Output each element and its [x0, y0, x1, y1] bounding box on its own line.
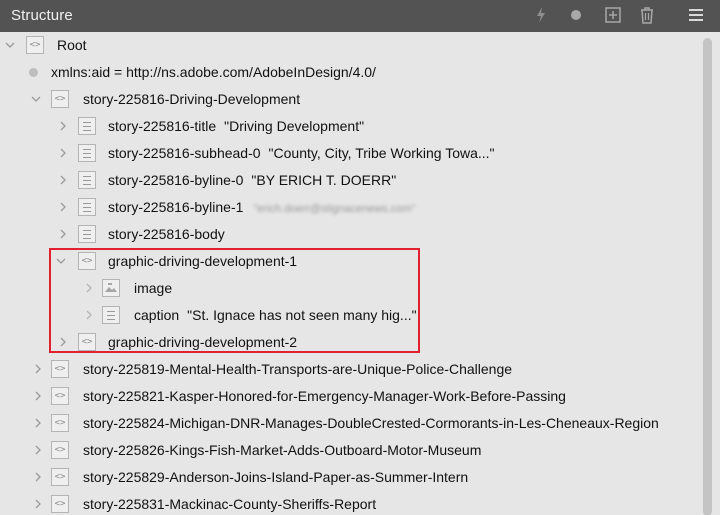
- tree-row-value-blurred: "erich.doerr@stignacenews.com": [253, 203, 416, 215]
- tree-row-label: story-225824-Michigan-DNR-Manages-Double…: [83, 415, 659, 431]
- tag-icon: [26, 32, 44, 59]
- attribute-dot-icon: [29, 68, 38, 77]
- highlight-box: [49, 248, 420, 353]
- tag-icon: [51, 356, 69, 383]
- tree-row-value: "BY ERICH T. DOERR": [251, 172, 397, 188]
- tag-icon: [51, 86, 69, 113]
- tag-icon: [51, 464, 69, 491]
- chevron-right-icon[interactable]: [58, 148, 68, 158]
- tree-row-story[interactable]: story-225824-Michigan-DNR-Manages-Double…: [0, 410, 694, 437]
- tree-row-label: story-225829-Anderson-Joins-Island-Paper…: [83, 469, 469, 485]
- tree-row-story[interactable]: story-225819-Mental-Health-Transports-ar…: [0, 356, 694, 383]
- tree-row-label: story-225819-Mental-Health-Transports-ar…: [83, 361, 513, 377]
- lightning-icon[interactable]: [531, 5, 551, 25]
- chevron-down-icon[interactable]: [31, 94, 41, 104]
- chevron-right-icon[interactable]: [58, 229, 68, 239]
- tree-row-root[interactable]: Root: [0, 32, 694, 59]
- tree-row-label: story-225831-Mackinac-County-Sheriffs-Re…: [83, 496, 377, 512]
- tag-icon: [51, 410, 69, 437]
- menu-icon[interactable]: [686, 5, 706, 25]
- text-icon: [78, 144, 96, 162]
- chevron-right-icon[interactable]: [33, 364, 43, 374]
- tree-row-label: story-225816-byline-0: [108, 172, 244, 188]
- tree-row-story[interactable]: story-225826-Kings-Fish-Market-Adds-Outb…: [0, 437, 694, 464]
- tree-row-byline-0[interactable]: story-225816-byline-0 "BY ERICH T. DOERR": [0, 167, 694, 194]
- tree-row-value: "Driving Development": [224, 118, 365, 134]
- chevron-right-icon[interactable]: [58, 121, 68, 131]
- chevron-right-icon[interactable]: [33, 391, 43, 401]
- tree-row-body[interactable]: story-225816-body: [0, 221, 694, 248]
- text-icon: [78, 117, 96, 135]
- tree-row-label: story-225826-Kings-Fish-Market-Adds-Outb…: [83, 442, 482, 458]
- panel-title: Structure: [11, 7, 73, 24]
- dot-icon[interactable]: [566, 5, 586, 25]
- tree-row-xmlns[interactable]: xmlns:aid = http://ns.adobe.com/AdobeInD…: [0, 59, 694, 86]
- tag-icon: [51, 491, 69, 515]
- tree-row-label: story-225816-title: [108, 118, 217, 134]
- tree-row-label: story-225816-byline-1: [108, 199, 244, 215]
- text-icon: [78, 171, 96, 189]
- tree-row-label: story-225816-Driving-Development: [83, 91, 301, 107]
- tag-icon: [51, 437, 69, 464]
- add-icon[interactable]: [603, 5, 623, 25]
- tree-row-label: xmlns:aid = http://ns.adobe.com/AdobeInD…: [51, 64, 376, 80]
- panel-header: Structure: [0, 0, 720, 32]
- chevron-right-icon[interactable]: [33, 499, 43, 509]
- tag-icon: [51, 383, 69, 410]
- tree-row-value: "County, City, Tribe Working Towa...": [268, 145, 495, 161]
- tree-row-label: story-225821-Kasper-Honored-for-Emergenc…: [83, 388, 566, 404]
- tree-row-story[interactable]: story-225829-Anderson-Joins-Island-Paper…: [0, 464, 694, 491]
- scrollbar-thumb[interactable]: [703, 38, 712, 515]
- trash-icon[interactable]: [637, 5, 657, 25]
- scrollbar[interactable]: [694, 32, 720, 515]
- structure-panel: Structure Root xmlns:aid = http://ns.ad: [0, 0, 720, 515]
- tree-row-story[interactable]: story-225821-Kasper-Honored-for-Emergenc…: [0, 383, 694, 410]
- chevron-down-icon[interactable]: [5, 40, 15, 50]
- tree-row-story[interactable]: story-225816-Driving-Development: [0, 86, 694, 113]
- chevron-right-icon[interactable]: [58, 202, 68, 212]
- tree-row-byline-1[interactable]: story-225816-byline-1 "erich.doerr@stigna…: [0, 194, 694, 221]
- tree-row-label: story-225816-subhead-0: [108, 145, 261, 161]
- tree-row-label: Root: [57, 37, 87, 53]
- chevron-right-icon[interactable]: [33, 472, 43, 482]
- tree-row-title[interactable]: story-225816-title "Driving Development": [0, 113, 694, 140]
- chevron-right-icon[interactable]: [33, 445, 43, 455]
- tree-row-story[interactable]: story-225831-Mackinac-County-Sheriffs-Re…: [0, 491, 694, 515]
- text-icon: [78, 198, 96, 216]
- text-icon: [78, 225, 96, 243]
- tree-row-subhead[interactable]: story-225816-subhead-0 "County, City, Tri…: [0, 140, 694, 167]
- chevron-right-icon[interactable]: [33, 418, 43, 428]
- tree-row-label: story-225816-body: [108, 226, 225, 242]
- chevron-right-icon[interactable]: [58, 175, 68, 185]
